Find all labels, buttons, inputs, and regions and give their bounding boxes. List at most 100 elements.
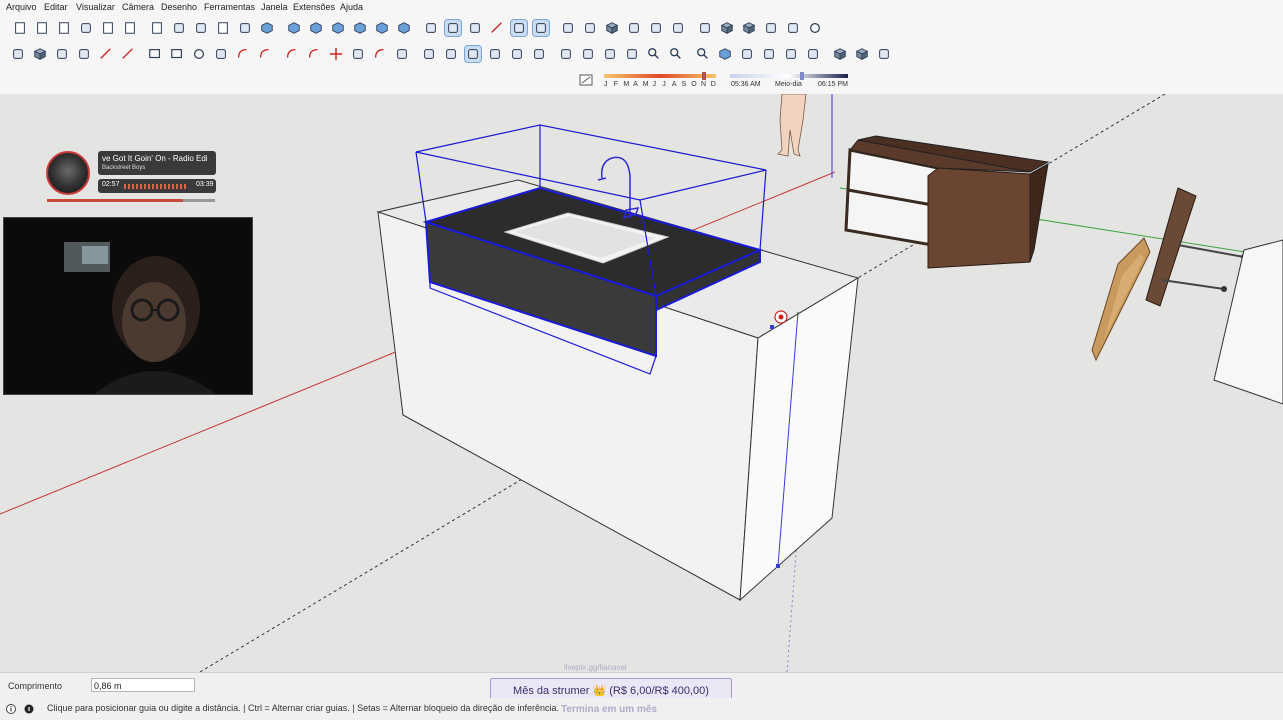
move-button[interactable] xyxy=(328,46,344,62)
print-button[interactable] xyxy=(215,20,231,36)
help-icon[interactable] xyxy=(24,704,34,714)
date-slider[interactable] xyxy=(604,74,716,78)
dimension-button[interactable] xyxy=(487,46,503,62)
cut-button[interactable] xyxy=(78,20,94,36)
loose-door-dark[interactable] xyxy=(1145,187,1247,307)
top-view-button[interactable] xyxy=(286,20,302,36)
model-info-button[interactable] xyxy=(237,20,253,36)
back-edges-button[interactable] xyxy=(444,19,462,37)
freehand-icon xyxy=(122,48,133,59)
follow-me-button[interactable] xyxy=(394,46,410,62)
zoom-window-button[interactable] xyxy=(668,46,684,62)
measurements-input[interactable]: 0,86 m xyxy=(91,678,195,692)
section-plane-button[interactable] xyxy=(582,20,598,36)
styles-button[interactable] xyxy=(648,20,664,36)
look-around-button[interactable] xyxy=(761,46,777,62)
time-slider-thumb[interactable] xyxy=(800,72,804,80)
menu-camera[interactable]: Câmera xyxy=(122,2,154,12)
bottom-view-button[interactable] xyxy=(396,20,412,36)
redo-button[interactable] xyxy=(193,20,209,36)
select-button[interactable] xyxy=(10,46,26,62)
wireframe-button[interactable] xyxy=(467,20,483,36)
line-button[interactable] xyxy=(98,46,114,62)
hidden-line-button[interactable] xyxy=(489,20,505,36)
two-point-arc-button[interactable] xyxy=(257,46,273,62)
xray-button[interactable] xyxy=(423,20,439,36)
menu-extensoes[interactable]: Extensões xyxy=(293,2,335,12)
textured-button[interactable] xyxy=(532,19,550,37)
pan-button[interactable] xyxy=(624,46,640,62)
open-folder-button[interactable] xyxy=(34,20,50,36)
menu-editar[interactable]: Editar xyxy=(44,2,68,12)
zoom-button[interactable] xyxy=(646,46,662,62)
copy-button[interactable] xyxy=(100,20,116,36)
date-slider-thumb[interactable] xyxy=(702,72,706,80)
previous-view-button[interactable] xyxy=(717,46,733,62)
trimble-connect-button[interactable] xyxy=(763,20,779,36)
select-icon xyxy=(13,49,23,59)
front-view-button[interactable] xyxy=(308,20,324,36)
shaded-button[interactable] xyxy=(510,19,528,37)
model-viewport[interactable]: ve Got It Goin' On - Radio Edi Backstree… xyxy=(0,94,1283,672)
time-mid-label: Meio-dia xyxy=(775,81,802,88)
rotated-rectangle-button[interactable] xyxy=(169,46,185,62)
scale-button[interactable] xyxy=(421,46,437,62)
layers-button[interactable] xyxy=(670,20,686,36)
loose-door-light[interactable] xyxy=(1091,237,1151,362)
left-view-button[interactable] xyxy=(374,20,390,36)
arc-button[interactable] xyxy=(235,46,251,62)
3d-warehouse-button[interactable] xyxy=(741,20,757,36)
extension-manager-button[interactable] xyxy=(785,20,801,36)
sandbox-button[interactable] xyxy=(854,46,870,62)
walk-button[interactable] xyxy=(783,46,799,62)
menu-janela[interactable]: Janela xyxy=(261,2,288,12)
side-block[interactable] xyxy=(1213,239,1283,405)
menu-ajuda[interactable]: Ajuda xyxy=(340,2,363,12)
materials-button[interactable] xyxy=(626,20,642,36)
orbit-button[interactable] xyxy=(602,46,618,62)
new-file-button[interactable] xyxy=(12,20,28,36)
zoom-extents-button[interactable] xyxy=(695,46,711,62)
position-camera-button[interactable] xyxy=(739,46,755,62)
delete-button[interactable] xyxy=(149,20,165,36)
wooden-cabinet[interactable] xyxy=(844,135,1050,269)
axes-button[interactable] xyxy=(558,46,574,62)
shadows-button[interactable] xyxy=(876,46,892,62)
circle-button[interactable] xyxy=(191,46,207,62)
menu-visualizar[interactable]: Visualizar xyxy=(76,2,115,12)
pie-button[interactable] xyxy=(306,46,322,62)
rectangle-button[interactable] xyxy=(147,46,163,62)
tape-measure-button[interactable] xyxy=(464,45,482,63)
offset-button[interactable] xyxy=(443,46,459,62)
rotate-button[interactable] xyxy=(372,46,388,62)
extension-warehouse-button[interactable] xyxy=(719,20,735,36)
time-slider[interactable] xyxy=(730,74,848,78)
3d-text-button[interactable] xyxy=(580,46,596,62)
push-pull-button[interactable] xyxy=(350,46,366,62)
menu-arquivo[interactable]: Arquivo xyxy=(6,2,37,12)
menu-desenho[interactable]: Desenho xyxy=(161,2,197,12)
iso-view-button[interactable] xyxy=(259,20,275,36)
section-button[interactable] xyxy=(805,46,821,62)
right-view-button[interactable] xyxy=(330,20,346,36)
paste-button[interactable] xyxy=(122,20,138,36)
back-view-button[interactable] xyxy=(352,20,368,36)
undo-button[interactable] xyxy=(171,20,187,36)
paint-bucket-button[interactable] xyxy=(54,46,70,62)
menu-ferramentas[interactable]: Ferramentas xyxy=(204,2,255,12)
eraser-button[interactable] xyxy=(76,46,92,62)
component-button[interactable] xyxy=(32,46,48,62)
monochrome-button[interactable] xyxy=(560,20,576,36)
freehand-button[interactable] xyxy=(120,46,136,62)
scenes-button[interactable] xyxy=(697,20,713,36)
components-button[interactable] xyxy=(604,20,620,36)
polygon-button[interactable] xyxy=(213,46,229,62)
protractor-button[interactable] xyxy=(509,46,525,62)
shadow-toggle-icon[interactable] xyxy=(579,74,593,86)
save-button[interactable] xyxy=(56,20,72,36)
info-icon[interactable] xyxy=(6,704,16,714)
user-account-button[interactable] xyxy=(807,20,823,36)
solid-tools-button[interactable] xyxy=(832,46,848,62)
three-point-arc-button[interactable] xyxy=(284,46,300,62)
text-button[interactable] xyxy=(531,46,547,62)
